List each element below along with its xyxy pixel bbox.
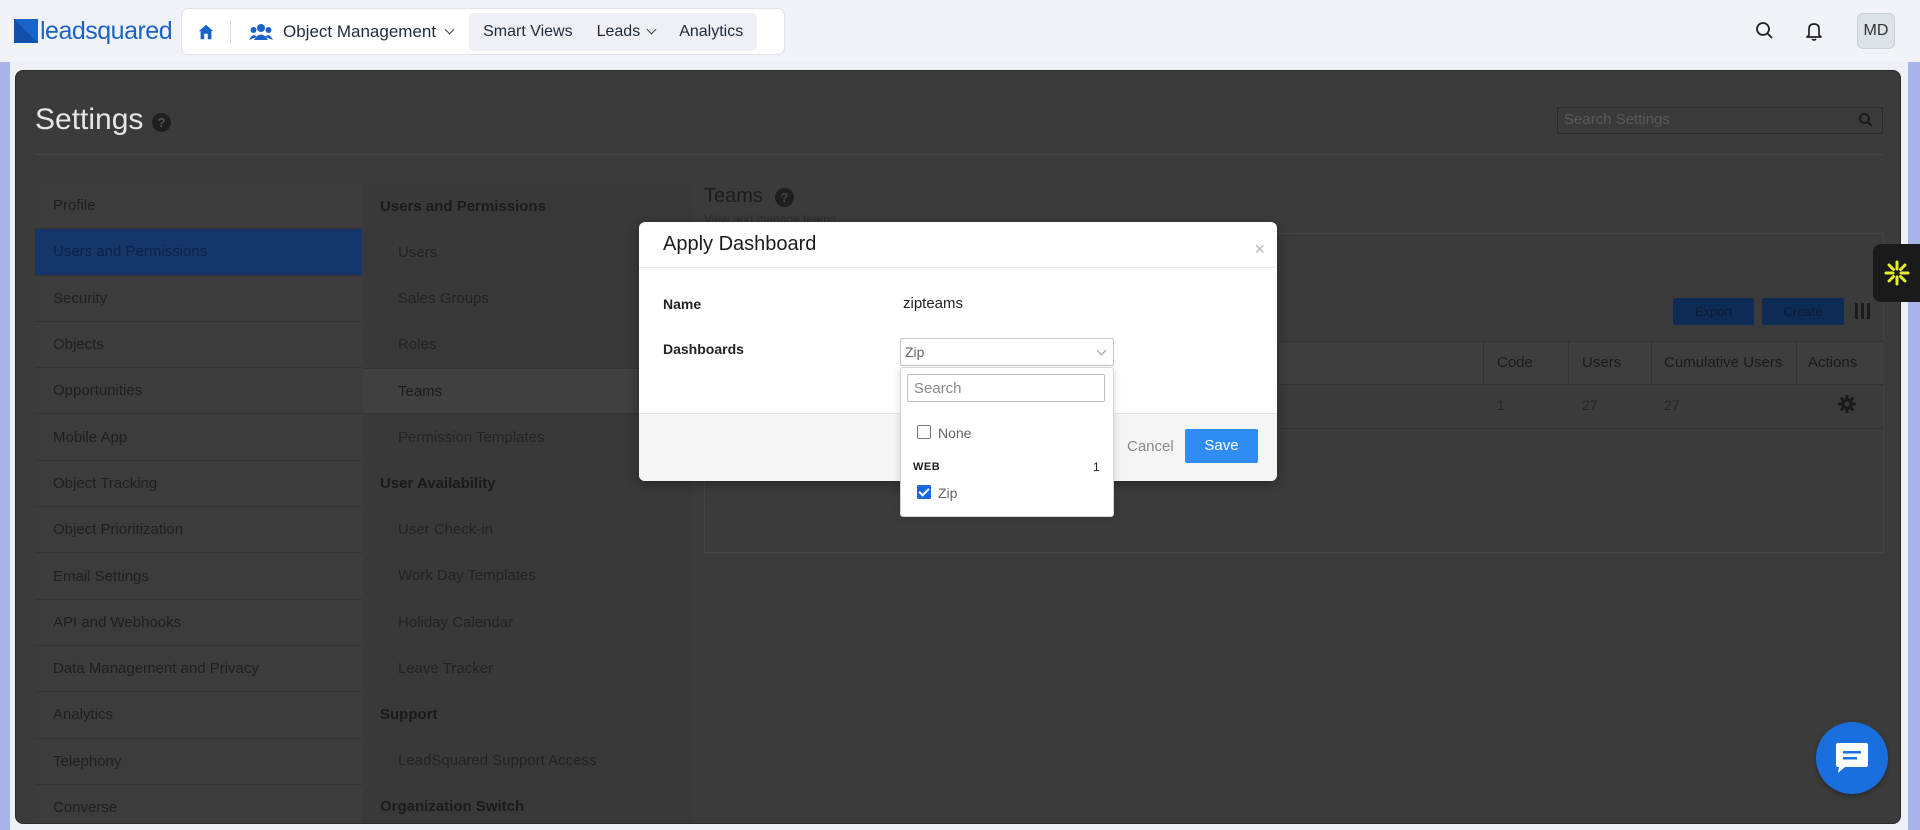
dashboards-label: Dashboards — [663, 341, 744, 357]
logo-text: leadsquared — [40, 16, 173, 45]
cell-code: 1 — [1497, 397, 1505, 413]
modal-header-divider — [639, 267, 1277, 268]
left-nav-item-object-prioritization[interactable]: Object Prioritization — [35, 507, 362, 554]
leads-label: Leads — [596, 22, 641, 40]
group-label-web: WEB — [913, 461, 941, 473]
bell-icon[interactable] — [1803, 20, 1825, 42]
main-nav: Object Management Smart Views Leads Anal… — [181, 8, 785, 55]
teams-title: Teams — [704, 185, 763, 207]
subnav-item-leave-tracker[interactable]: Leave Tracker — [363, 645, 693, 691]
save-button[interactable]: Save — [1185, 429, 1258, 463]
dropdown-search-input[interactable]: Search — [907, 374, 1105, 402]
column-divider — [1796, 341, 1797, 385]
subnav-item-user-checkin[interactable]: User Check-in — [363, 506, 693, 552]
left-nav-item-profile[interactable]: Profile — [35, 183, 362, 230]
column-header-code[interactable]: Code — [1497, 354, 1533, 371]
group-count: 1 — [1093, 460, 1100, 474]
modal-title: Apply Dashboard — [663, 233, 817, 255]
dashboards-dropdown-panel: Search None WEB 1 Zip — [900, 367, 1114, 517]
name-value: zipteams — [903, 295, 964, 312]
analytics-label: Analytics — [679, 22, 744, 40]
cell-users: 27 — [1582, 397, 1598, 413]
left-nav-item-api-webhooks[interactable]: API and Webhooks — [35, 599, 362, 646]
left-edge-strip — [0, 62, 10, 830]
side-widget-tab[interactable] — [1873, 244, 1920, 302]
users-icon — [249, 23, 273, 40]
columns-icon[interactable] — [1855, 303, 1871, 319]
left-nav-item-data-management[interactable]: Data Management and Privacy — [35, 645, 362, 693]
user-avatar[interactable]: MD — [1857, 13, 1895, 49]
dashboards-select-value: Zip — [905, 344, 925, 360]
search-settings-input[interactable]: Search Settings — [1557, 107, 1883, 134]
search-icon[interactable] — [1754, 20, 1776, 42]
left-nav-item-telephony[interactable]: Telephony — [35, 738, 362, 785]
title-divider — [35, 154, 1883, 155]
left-nav-item-mobile-app[interactable]: Mobile App — [35, 414, 362, 461]
cancel-button[interactable]: Cancel — [1127, 438, 1174, 455]
subnav-section-support: Support — [380, 706, 438, 724]
nav-leads[interactable]: Leads — [585, 13, 668, 51]
column-header-cumulative-users[interactable]: Cumulative Users — [1664, 354, 1782, 371]
left-nav-item-objects[interactable]: Objects — [35, 321, 362, 369]
close-icon[interactable]: × — [1254, 239, 1265, 260]
right-edge-strip — [1908, 62, 1920, 830]
dashboards-select[interactable]: Zip — [900, 338, 1114, 366]
left-nav-item-object-tracking[interactable]: Object Tracking — [35, 460, 362, 508]
name-label: Name — [663, 296, 702, 312]
cell-cumulative-users: 27 — [1664, 397, 1680, 413]
nav-chip-group: Smart Views Leads Analytics — [469, 12, 758, 51]
top-bar: leadsquared Object Management Smart View… — [0, 0, 1920, 62]
chevron-down-icon — [646, 24, 657, 35]
zip-checkbox[interactable] — [917, 485, 931, 499]
subnav-item-holiday-calendar[interactable]: Holiday Calendar — [363, 599, 693, 645]
left-nav-item-analytics[interactable]: Analytics — [35, 692, 362, 739]
column-header-actions: Actions — [1808, 354, 1858, 371]
chat-icon — [1836, 743, 1868, 773]
left-nav-item-email-settings[interactable]: Email Settings — [35, 553, 362, 600]
left-nav-item-opportunities[interactable]: Opportunities — [35, 368, 362, 415]
object-management-menu[interactable]: Object Management — [231, 9, 469, 54]
sparkle-icon — [1884, 260, 1909, 286]
object-management-label: Object Management — [283, 21, 437, 41]
logo-mark-icon — [14, 19, 38, 43]
left-nav-item-converse[interactable]: Converse — [35, 784, 362, 823]
chat-button[interactable] — [1816, 722, 1888, 794]
nav-analytics[interactable]: Analytics — [667, 13, 755, 51]
help-icon[interactable]: ? — [152, 113, 171, 132]
chevron-down-icon — [444, 24, 455, 35]
home-icon — [198, 24, 214, 39]
smart-views-label: Smart Views — [483, 22, 573, 40]
nav-smart-views[interactable]: Smart Views — [471, 13, 585, 51]
settings-left-nav: Profile Users and Permissions Security O… — [35, 183, 362, 823]
left-nav-item-users-permissions[interactable]: Users and Permissions — [35, 229, 362, 276]
column-divider — [1651, 341, 1652, 385]
left-nav-item-security[interactable]: Security — [35, 275, 362, 322]
subnav-section-organization-switch: Organization Switch — [380, 798, 525, 816]
column-header-users[interactable]: Users — [1582, 354, 1621, 371]
search-icon[interactable] — [1858, 112, 1874, 128]
column-divider — [1483, 341, 1484, 385]
leadsquared-logo[interactable]: leadsquared — [14, 16, 173, 46]
gear-icon[interactable] — [1837, 394, 1857, 414]
chevron-down-icon — [1096, 345, 1107, 356]
subnav-item-work-day-templates[interactable]: Work Day Templates — [363, 553, 693, 599]
page-title: Settings — [35, 103, 144, 136]
column-divider — [1568, 341, 1569, 385]
none-checkbox[interactable] — [917, 425, 931, 439]
none-option-label[interactable]: None — [938, 425, 971, 441]
create-button[interactable]: Create — [1762, 298, 1844, 325]
home-button[interactable] — [182, 9, 230, 54]
zip-option-label[interactable]: Zip — [938, 485, 957, 501]
subnav-item-support-access[interactable]: LeadSquared Support Access — [363, 738, 693, 784]
export-button[interactable]: Export — [1673, 298, 1754, 325]
help-icon[interactable]: ? — [775, 188, 794, 207]
